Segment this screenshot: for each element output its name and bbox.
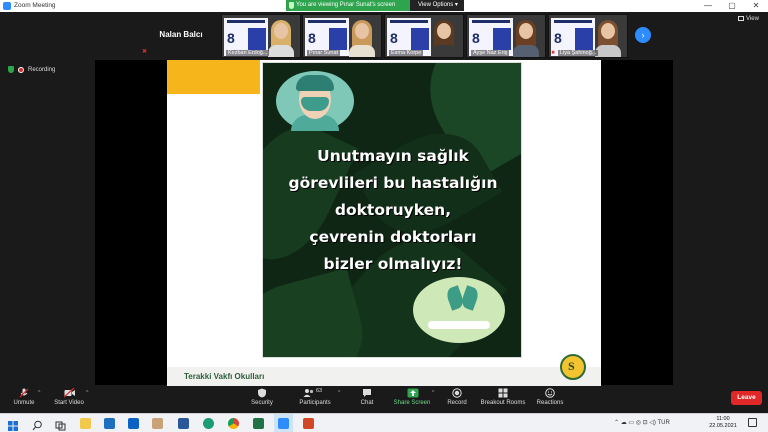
shield-icon: [257, 388, 267, 398]
video-options-caret[interactable]: ^: [86, 390, 88, 396]
app-icon[interactable]: [152, 418, 163, 429]
participants-icon: 63: [303, 388, 327, 398]
chat-button[interactable]: Chat: [354, 388, 380, 406]
awareness-poster: Unutmayın sağlık görevlileri bu hastalığ…: [262, 62, 522, 358]
window-controls: — ▢ ✕: [696, 0, 768, 12]
breakout-rooms-icon: [498, 388, 508, 398]
file-explorer-icon[interactable]: [80, 418, 91, 429]
excel-icon[interactable]: [253, 418, 264, 429]
poster-headline: Unutmayın sağlık görevlileri bu hastalığ…: [288, 147, 498, 273]
clock-time: 11:00: [716, 416, 730, 422]
smiley-icon: [545, 388, 555, 398]
record-icon: [452, 388, 462, 398]
video-off-icon: [63, 387, 75, 398]
view-button-label: View: [746, 16, 759, 22]
notifications-icon[interactable]: [748, 418, 757, 427]
hand-icon: [428, 321, 490, 329]
participant-name: Ayşe Naz Eriş: [471, 50, 510, 56]
participant-tile[interactable]: 8 ✖ Liya Şahinoğ...: [548, 14, 628, 58]
view-button[interactable]: View: [738, 16, 759, 22]
school-seal-icon: S: [560, 354, 586, 380]
viewing-screen-text: You are viewing Pınar Sunat's screen: [296, 2, 396, 8]
search-icon[interactable]: [32, 418, 43, 431]
participant-name: Kezban Erdoğ...: [226, 50, 270, 56]
school-name: Terakki Vakfı Okulları: [184, 372, 265, 381]
participant-tile[interactable]: 8 Kezban Erdoğ...: [221, 14, 301, 58]
encryption-shield-icon: [8, 66, 14, 73]
edge-icon[interactable]: [203, 418, 214, 429]
word-icon[interactable]: [178, 418, 189, 429]
participant-name: Liya Şahinoğ...: [558, 50, 599, 56]
shield-icon: [289, 2, 294, 9]
recording-label: Recording: [28, 66, 56, 73]
muted-mic-icon: ✖: [551, 50, 556, 56]
zoom-logo-icon: [3, 2, 11, 10]
chat-icon: [362, 388, 372, 398]
audio-options-caret[interactable]: ^: [38, 390, 40, 396]
next-page-arrow-icon[interactable]: ›: [635, 27, 651, 43]
system-tray[interactable]: ⌃ ☁ ▭ ◎ ⊡ ◁) TUR: [614, 419, 670, 426]
share-screen-icon: [407, 388, 419, 398]
zoom-icon[interactable]: [278, 418, 289, 429]
zoom-window: Zoom Meeting — ▢ ✕ You are viewing Pınar…: [0, 0, 768, 432]
participant-name: Pınar Sunat: [307, 50, 341, 56]
share-options-caret[interactable]: ^: [432, 390, 434, 396]
powerpoint-icon[interactable]: [303, 418, 314, 429]
participant-tile[interactable]: 8 Esma Korpe: [384, 14, 464, 58]
minimize-button[interactable]: —: [696, 0, 720, 12]
chrome-icon[interactable]: [228, 418, 239, 429]
windows-taskbar: ⌃ ☁ ▭ ◎ ⊡ ◁) TUR 11:00 22.05.2021: [0, 413, 768, 432]
window-title: Zoom Meeting: [14, 2, 56, 9]
participant-video: [268, 19, 294, 57]
clock[interactable]: 11:00 22.05.2021: [706, 416, 740, 430]
participants-options-caret[interactable]: ^: [338, 390, 340, 396]
maximize-button[interactable]: ▢: [720, 0, 744, 12]
active-speaker-tile[interactable]: Nalan Balcı: [142, 14, 220, 56]
view-options-button[interactable]: View Options ▾: [410, 0, 464, 11]
participant-video: [431, 19, 457, 57]
outlook-icon[interactable]: [128, 418, 139, 429]
store-icon[interactable]: [104, 418, 115, 429]
slide-accent-block: [167, 60, 260, 94]
reactions-button[interactable]: Reactions: [534, 388, 566, 406]
muted-mic-icon: ✖: [142, 49, 148, 55]
participant-video: [513, 19, 539, 57]
grid-view-icon: [738, 16, 744, 21]
recording-indicator[interactable]: Recording: [8, 66, 55, 73]
participant-video: [595, 19, 621, 57]
face-mask-icon: [301, 97, 329, 111]
muted-mic-icon: [19, 388, 29, 398]
clock-date: 22.05.2021: [709, 423, 737, 429]
security-button[interactable]: Security: [248, 388, 276, 406]
participants-button[interactable]: 63 Participants: [296, 388, 334, 406]
recording-dot-icon: [18, 66, 24, 73]
participant-tile[interactable]: 8 Pınar Sunat: [302, 14, 382, 58]
record-button[interactable]: Record: [444, 388, 470, 406]
participant-name: Esma Korpe: [389, 50, 424, 56]
share-screen-button[interactable]: Share Screen: [392, 388, 432, 406]
leave-button[interactable]: Leave: [731, 391, 762, 405]
task-view-icon[interactable]: [55, 418, 66, 431]
participant-video: [349, 19, 375, 57]
close-button[interactable]: ✕: [744, 0, 768, 12]
unmute-button[interactable]: Unmute: [10, 388, 38, 406]
start-video-button[interactable]: Start Video: [52, 387, 86, 406]
participants-count: 63: [316, 388, 323, 394]
breakout-rooms-button[interactable]: Breakout Rooms: [480, 388, 526, 406]
hand-leaf-illustration: [413, 277, 505, 343]
windows-start-icon[interactable]: [8, 418, 18, 431]
meeting-toolbar: Unmute ^ Start Video ^ Security 63 Parti…: [0, 386, 768, 413]
viewing-screen-banner: You are viewing Pınar Sunat's screen: [286, 0, 410, 11]
participant-tile[interactable]: 8 Ayşe Naz Eriş: [466, 14, 546, 58]
